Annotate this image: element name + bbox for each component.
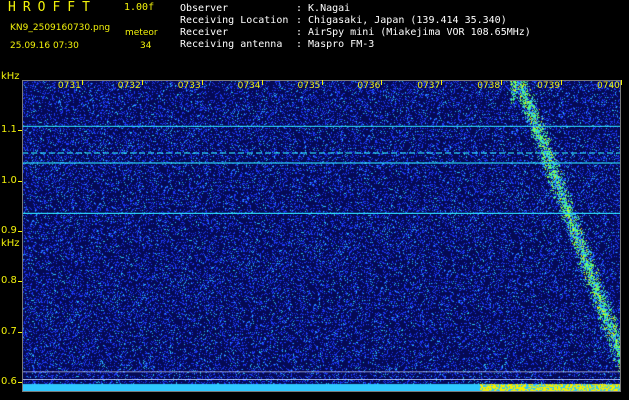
x-tick-label: 0740 xyxy=(597,81,620,91)
x-tick-label: 0737 xyxy=(417,81,441,91)
x-tick-mark xyxy=(441,80,443,85)
receiver-label: Receiver xyxy=(180,27,229,38)
observer-value: : K.Nagai xyxy=(296,3,351,14)
x-tick-mark xyxy=(621,80,622,85)
x-tick-label: 0734 xyxy=(237,81,261,91)
y-tick-mark xyxy=(18,381,22,383)
location-label: Receiving Location xyxy=(180,15,289,26)
x-tick-mark xyxy=(201,80,203,85)
y-tick-mark xyxy=(18,281,22,283)
spectrogram-plot xyxy=(22,80,621,392)
antenna-value: : Maspro FM-3 xyxy=(296,39,375,50)
file-name: KN9_2509160730.png xyxy=(10,23,111,33)
y-axis-unit-mid: kHz xyxy=(1,238,20,249)
x-tick-label: 0732 xyxy=(117,81,141,91)
x-tick-mark xyxy=(561,80,563,85)
meteor-count: 34 xyxy=(140,41,152,51)
observer-label: Observer xyxy=(180,3,229,14)
app-title: HROFFT xyxy=(8,0,97,15)
app-version: 1.00f xyxy=(124,2,155,13)
date-time: 25.09.16 07:30 xyxy=(10,41,79,51)
meteor-label: meteor xyxy=(125,28,158,38)
y-axis-unit-top: kHz xyxy=(1,71,20,82)
y-tick-mark xyxy=(18,180,22,182)
y-tick-mark xyxy=(18,230,22,232)
x-tick-mark xyxy=(381,80,383,85)
y-tick-mark xyxy=(18,130,22,132)
x-tick-label: 0731 xyxy=(57,81,81,91)
x-tick-mark xyxy=(261,80,263,85)
x-tick-mark xyxy=(141,80,143,85)
y-tick-label: 0.8 xyxy=(1,275,17,287)
y-tick-label: 1.0 xyxy=(1,174,17,186)
x-tick-label: 0735 xyxy=(297,81,321,91)
antenna-label: Receiving antenna xyxy=(180,39,283,50)
y-tick-label: 1.1 xyxy=(1,124,17,136)
spectrogram-overlay xyxy=(22,125,621,380)
x-tick-mark xyxy=(81,80,83,85)
receiver-value: : AirSpy mini (Miakejima VOR 108.65MHz) xyxy=(296,27,531,38)
x-tick-label: 0739 xyxy=(537,81,560,91)
y-tick-mark xyxy=(18,331,22,333)
x-tick-label: 0738 xyxy=(477,81,501,91)
x-tick-mark xyxy=(501,80,503,85)
x-tick-mark xyxy=(321,80,323,85)
location-value: : Chigasaki, Japan (139.414 35.340) xyxy=(296,15,507,26)
y-tick-label: 0.7 xyxy=(1,325,17,337)
x-tick-label: 0733 xyxy=(177,81,201,91)
hrofft-window: HROFFT 1.00f KN9_2509160730.png meteor 2… xyxy=(0,0,629,400)
x-tick-label: 0736 xyxy=(357,81,381,91)
y-tick-label: 0.6 xyxy=(1,375,17,387)
y-tick-label: 0.9 xyxy=(1,224,17,236)
